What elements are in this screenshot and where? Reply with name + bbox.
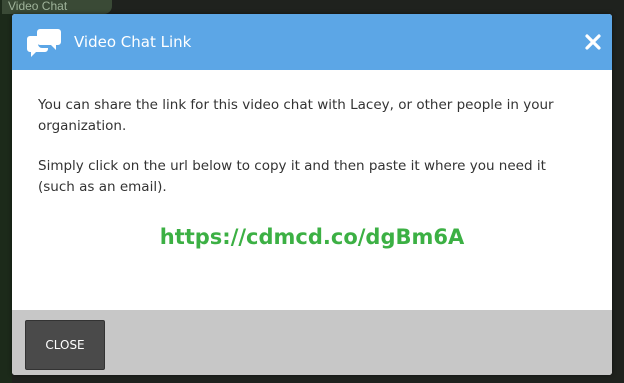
dialog-body: You can share the link for this video ch… [12,70,612,310]
close-button[interactable]: CLOSE [25,320,105,370]
close-icon[interactable] [582,31,604,53]
dialog-title: Video Chat Link [74,33,192,51]
chat-bubbles-icon [26,27,62,57]
backdrop-strip [0,0,12,383]
dialog-footer: CLOSE [12,310,612,375]
backdrop-tab: Video Chat [2,0,112,14]
dialog-header: Video Chat Link [12,14,612,70]
video-chat-link-dialog: Video Chat Link You can share the link f… [12,14,612,375]
share-info-text: You can share the link for this video ch… [38,97,554,134]
copy-instructions-text: Simply click on the url below to copy it… [38,158,546,195]
video-chat-url-link[interactable]: https://cdmcd.co/dgBm6A [38,225,586,249]
